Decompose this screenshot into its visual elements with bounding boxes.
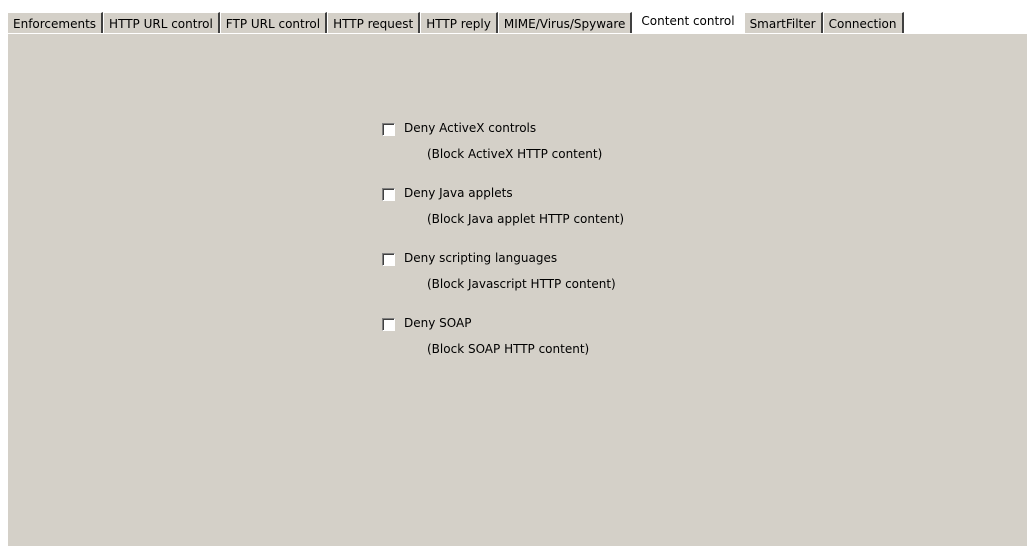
settings-window: Enforcements HTTP URL control FTP URL co… [0, 0, 1027, 546]
tab-http-request[interactable]: HTTP request [327, 12, 421, 34]
deny-activex-label[interactable]: Deny ActiveX controls [404, 121, 536, 135]
tab-enforcements[interactable]: Enforcements [7, 12, 104, 34]
deny-scripting-label[interactable]: Deny scripting languages [404, 251, 557, 265]
tab-strip: Enforcements HTTP URL control FTP URL co… [7, 8, 1027, 34]
deny-soap-checkbox[interactable] [382, 318, 395, 331]
deny-soap-label[interactable]: Deny SOAP [404, 316, 471, 330]
deny-activex-description: (Block ActiveX HTTP content) [427, 147, 603, 161]
deny-activex-checkbox[interactable] [382, 123, 395, 136]
tab-ftp-url-control[interactable]: FTP URL control [219, 12, 328, 34]
deny-scripting-description: (Block Javascript HTTP content) [427, 277, 616, 291]
tab-http-reply[interactable]: HTTP reply [420, 12, 498, 34]
content-control-panel: Deny ActiveX controls (Block ActiveX HTT… [7, 33, 1027, 546]
tab-content-control[interactable]: Content control [632, 8, 744, 34]
tab-http-url-control[interactable]: HTTP URL control [103, 12, 220, 34]
deny-java-description: (Block Java applet HTTP content) [427, 212, 625, 226]
deny-soap-description: (Block SOAP HTTP content) [427, 342, 590, 356]
deny-scripting-checkbox[interactable] [382, 253, 395, 266]
tab-mime-virus-spyware[interactable]: MIME/Virus/Spyware [497, 12, 633, 34]
tab-connection[interactable]: Connection [822, 12, 904, 34]
deny-java-label[interactable]: Deny Java applets [404, 186, 513, 200]
tab-smartfilter[interactable]: SmartFilter [743, 12, 823, 34]
deny-java-checkbox[interactable] [382, 188, 395, 201]
